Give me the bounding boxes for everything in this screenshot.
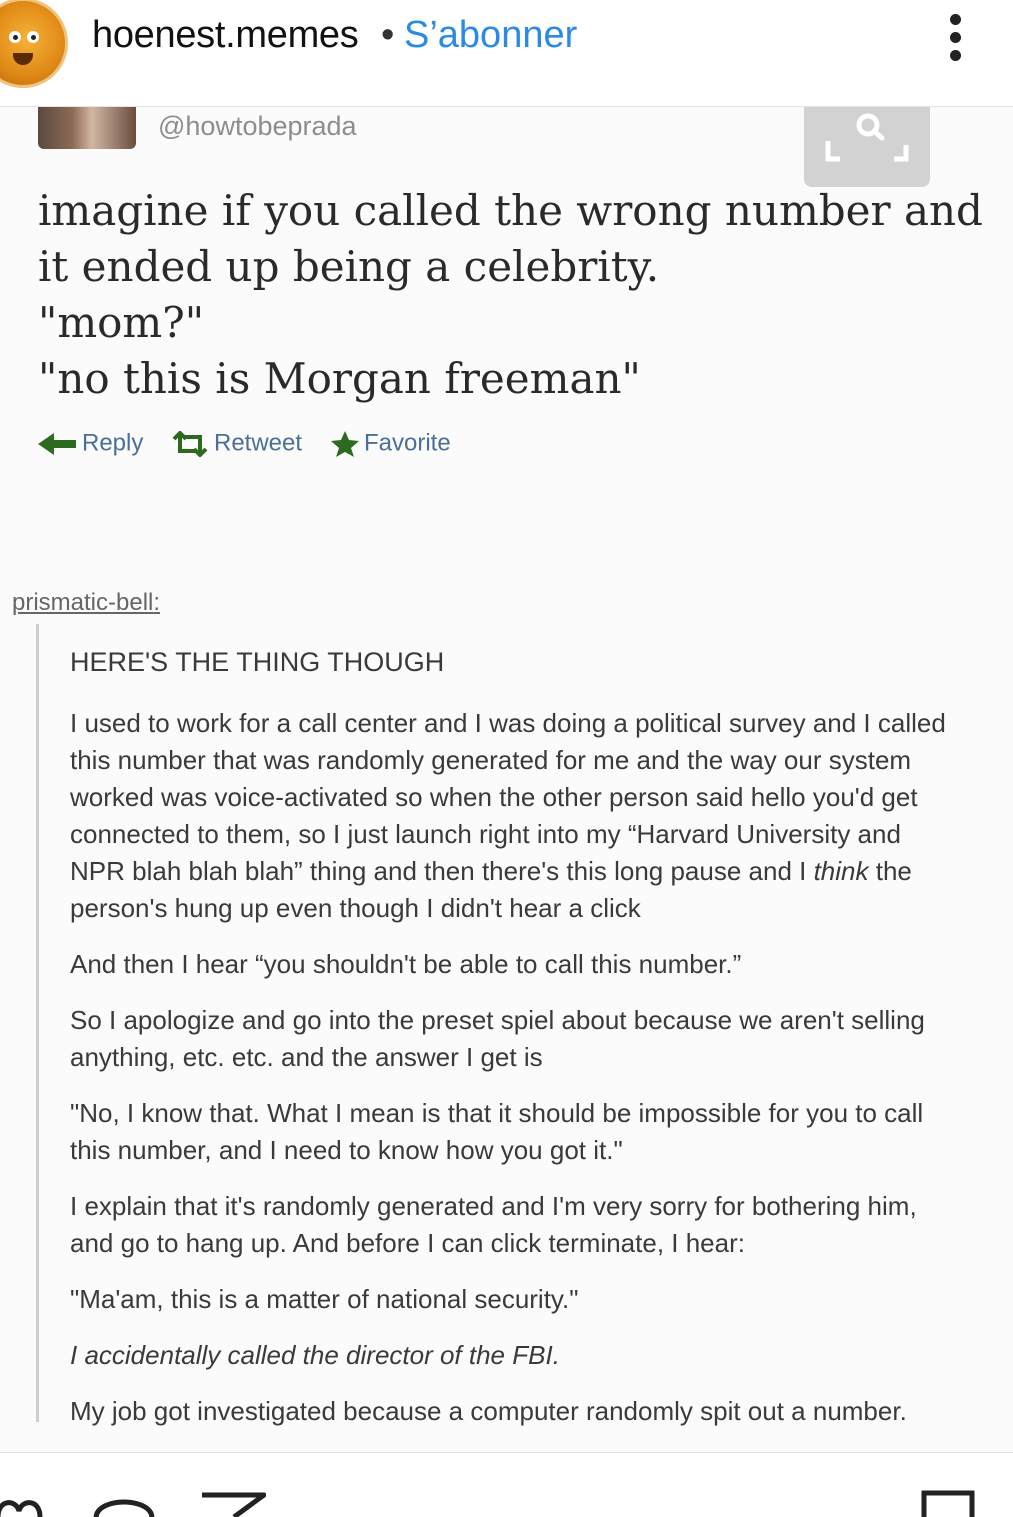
- send-icon[interactable]: [200, 1487, 266, 1517]
- tweet-line: it ended up being a celebrity.: [38, 242, 660, 291]
- tweet-line: "mom?": [38, 298, 205, 347]
- reblog-paragraph: I accidentally called the director of th…: [70, 1337, 960, 1374]
- avatar-mouth: [13, 53, 33, 65]
- reblog-italic: think: [813, 856, 869, 886]
- bookmark-icon[interactable]: [920, 1487, 976, 1517]
- avatar[interactable]: [0, 0, 68, 88]
- favorite-label: Favorite: [364, 429, 451, 457]
- retweet-icon: [172, 429, 208, 458]
- reblog-heading: HERE'S THE THING THOUGH: [70, 647, 445, 677]
- username-link[interactable]: hoenest.memes: [92, 14, 359, 57]
- more-vertical-icon[interactable]: [945, 14, 965, 62]
- reblog-paragraph: My job got investigated because a comput…: [70, 1396, 907, 1426]
- reblog-quote: HERE'S THE THING THOUGH I used to work f…: [36, 624, 959, 1426]
- reblog-author-name: prismatic-bell: [12, 589, 154, 616]
- heart-icon[interactable]: [0, 1487, 44, 1517]
- retweet-button: Retweet: [170, 429, 302, 458]
- reblog-paragraph: And then I hear “you shouldn't be able t…: [70, 949, 742, 979]
- reblog-italic: I accidentally called the director of th…: [70, 1340, 560, 1370]
- reblog-paragraph: "No, I know that. What I mean is that it…: [70, 1098, 924, 1165]
- tweet-line: imagine if you called the wrong number a…: [38, 186, 983, 235]
- reply-label: Reply: [82, 429, 144, 457]
- avatar-eye: [27, 31, 39, 43]
- reblog-colon: :: [153, 589, 161, 616]
- reblog-paragraph: So I apologize and go into the preset sp…: [70, 1005, 925, 1072]
- reply-arrow-icon: [38, 432, 76, 455]
- reblog-paragraph: I used to work for a call center and I w…: [70, 705, 960, 927]
- tweet-text: imagine if you called the wrong number a…: [38, 183, 983, 407]
- post-header: hoenest.memes • S’abonner: [0, 0, 1013, 107]
- avatar-eye: [9, 31, 21, 43]
- post-image: @howtobeprada imagine if you called the …: [0, 107, 1013, 1452]
- image-search-icon[interactable]: [804, 107, 930, 187]
- follow-button[interactable]: S’abonner: [404, 14, 577, 57]
- tweet-avatar: [38, 107, 136, 149]
- reblog-paragraph: I explain that it's randomly generated a…: [70, 1191, 917, 1258]
- reblog-author: prismatic-bell:: [12, 589, 160, 617]
- reblog-paragraph: "Ma'am, this is a matter of national sec…: [70, 1284, 579, 1314]
- favorite-button: Favorite: [330, 429, 451, 458]
- separator-dot: •: [381, 14, 395, 56]
- reply-button: Reply: [38, 429, 143, 458]
- retweet-label: Retweet: [214, 429, 303, 457]
- comment-icon[interactable]: [92, 1487, 156, 1517]
- reblog-body: HERE'S THE THING THOUGH I used to work f…: [70, 644, 960, 1449]
- post-action-bar: [0, 1452, 1013, 1517]
- tweet-handle: @howtobeprada: [158, 111, 357, 141]
- star-icon: [331, 430, 359, 457]
- tweet-line: "no this is Morgan freeman": [38, 354, 641, 403]
